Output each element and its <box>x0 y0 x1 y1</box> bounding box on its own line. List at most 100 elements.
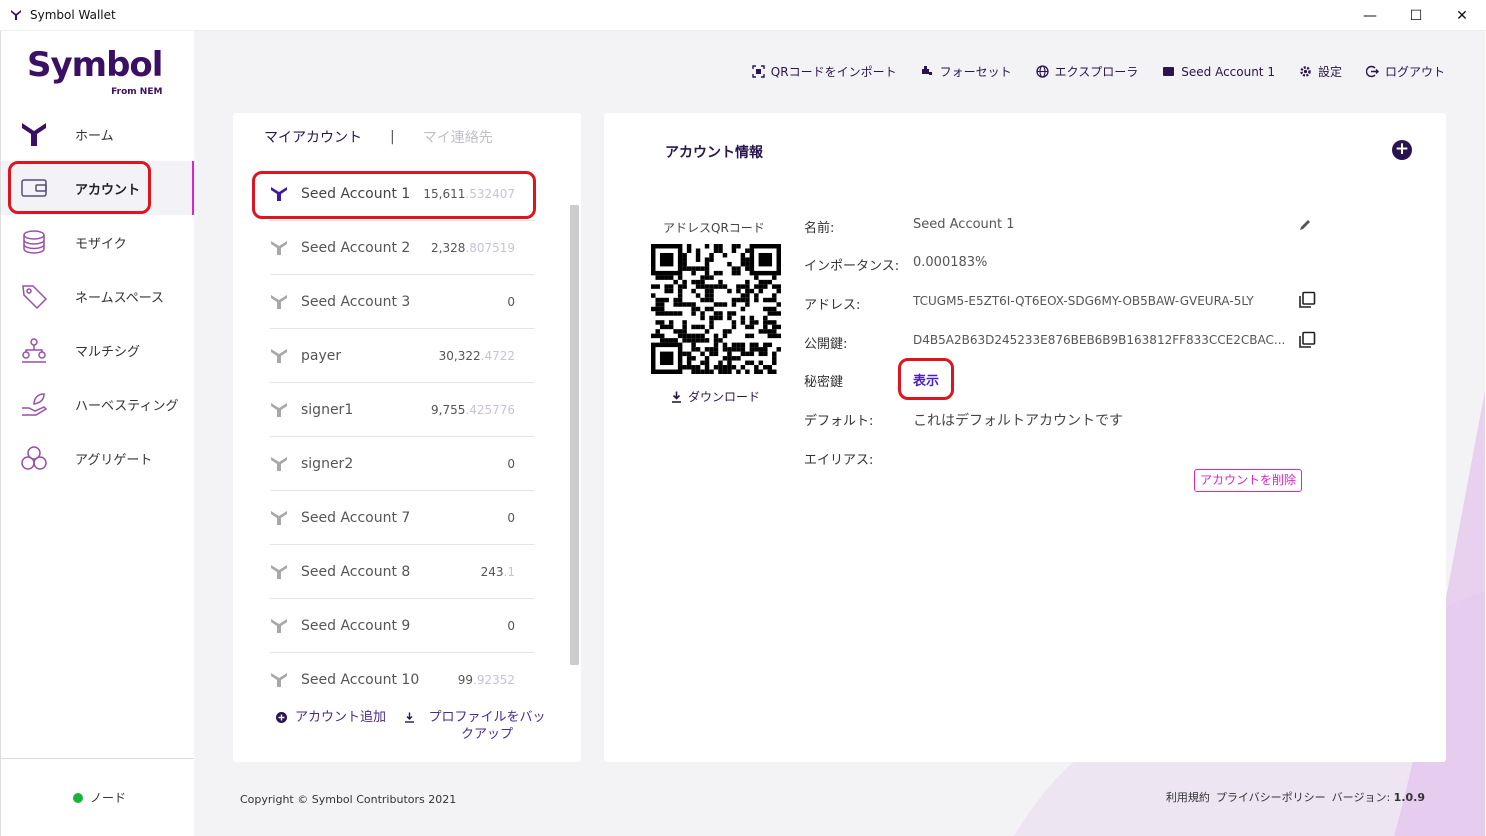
window-title: Symbol Wallet <box>30 8 116 22</box>
footer-links: 利用規約 プライバシーポリシー バージョン: 1.0.9 <box>1166 789 1425 805</box>
field-alias-key: エイリアス: <box>804 453 874 468</box>
pencil-icon[interactable] <box>1298 218 1312 232</box>
balance-integer: 9,755 <box>431 402 466 417</box>
account-list-item[interactable]: Seed Account 9 0 <box>270 599 534 653</box>
backup-profile-button[interactable]: プロファイルをバックアップ <box>404 709 564 743</box>
account-list-item[interactable]: payer 30,322.4722 <box>270 329 534 383</box>
field-importance-key: インポータンス: <box>804 259 900 274</box>
sidebar-item-mosaic[interactable]: モザイク <box>1 215 195 269</box>
sidebar-item-home[interactable]: ホーム <box>1 107 195 161</box>
gear-icon <box>1300 66 1311 77</box>
sidebar-item-aggregate[interactable]: アグリゲート <box>1 431 195 485</box>
balance-integer: 243 <box>480 564 504 579</box>
import-qr-link[interactable]: QRコードをインポート <box>752 63 897 80</box>
field-name-value: Seed Account 1 <box>913 217 1015 232</box>
account-list-item[interactable]: signer1 9,755.425776 <box>270 383 534 437</box>
symbol-logo-icon <box>271 295 287 309</box>
maximize-button[interactable]: ☐ <box>1393 0 1439 31</box>
balance-decimal: .425776 <box>465 402 515 417</box>
symbol-logo-icon <box>271 457 287 471</box>
account-list-item[interactable]: Seed Account 3 0 <box>270 275 534 329</box>
import-qr-label: QRコードをインポート <box>770 65 897 79</box>
reveal-private-key-button[interactable]: 表示 <box>913 370 939 389</box>
accounts-tabs: マイアカウント | マイ連絡先 <box>264 127 493 147</box>
privacy-link[interactable]: プライバシーポリシー <box>1216 789 1326 805</box>
symbol-logo-icon <box>271 241 287 255</box>
account-list-item[interactable]: Seed Account 10 99.92352 <box>270 653 534 688</box>
symbol-logo-icon <box>271 673 287 687</box>
account-name: Seed Account 1 <box>301 185 411 202</box>
balance-integer: 15,611 <box>423 186 466 201</box>
wallet-icon <box>1163 67 1175 76</box>
balance-integer: 2,328 <box>431 240 466 255</box>
sidebar-item-label: ホーム <box>75 128 114 144</box>
account-info-heading: アカウント情報 <box>665 145 763 161</box>
field-name-key: 名前: <box>804 221 835 236</box>
tab-my-accounts[interactable]: マイアカウント <box>264 127 362 147</box>
sidebar: Symbol From NEM ホーム アカウント モザイク ネームスペース マ… <box>0 31 195 836</box>
symbol-logo-icon <box>271 349 287 363</box>
current-account-link[interactable]: Seed Account 1 <box>1162 65 1275 79</box>
sidebar-item-label: マルチシグ <box>75 344 141 360</box>
balance-integer: 30,322 <box>438 348 481 363</box>
balance-integer: 0 <box>507 510 515 525</box>
add-circle-icon <box>276 712 287 723</box>
symbol-logo-icon <box>271 511 287 525</box>
account-balance: 243.1 <box>481 565 515 579</box>
account-list-item[interactable]: Seed Account 2 2,328.807519 <box>270 221 534 275</box>
accounts-panel: マイアカウント | マイ連絡先 Seed Account 1 15,611.532… <box>233 113 581 762</box>
symbol-logo-icon <box>11 10 21 20</box>
account-list-item[interactable]: Seed Account 7 0 <box>270 491 534 545</box>
sidebar-item-harvesting[interactable]: ハーベスティング <box>1 377 195 431</box>
account-name: Seed Account 3 <box>301 293 411 310</box>
node-status[interactable]: ノード <box>1 758 195 836</box>
add-account-button[interactable]: アカウント追加 <box>276 709 386 726</box>
sidebar-item-label: アカウント <box>75 182 141 198</box>
explorer-link[interactable]: エクスプローラ <box>1035 63 1139 80</box>
add-button[interactable]: + <box>1392 140 1412 160</box>
account-list-item[interactable]: Seed Account 8 243.1 <box>270 545 534 599</box>
account-name: payer <box>301 347 342 364</box>
account-detail-panel: アカウント情報 + アドレスQRコード ダウンロード 名前: Seed Acco… <box>604 113 1446 762</box>
copy-address-icon[interactable] <box>1298 291 1316 309</box>
sidebar-item-label: アグリゲート <box>75 452 153 468</box>
sidebar-item-namespace[interactable]: ネームスペース <box>1 269 195 323</box>
copy-public-key-icon[interactable] <box>1298 331 1316 349</box>
field-public-key-key: 公開鍵: <box>804 337 848 352</box>
field-default-value: これはデフォルトアカウントです <box>913 413 1123 429</box>
account-list-scrollbar[interactable] <box>570 205 579 665</box>
terms-link[interactable]: 利用規約 <box>1166 789 1210 805</box>
close-button[interactable]: ✕ <box>1439 0 1485 31</box>
explorer-label: エクスプローラ <box>1054 65 1139 79</box>
node-label: ノード <box>90 791 127 805</box>
symbol-logo-icon <box>271 403 287 417</box>
qr-download-button[interactable]: ダウンロード <box>671 388 760 405</box>
sidebar-item-account[interactable]: アカウント <box>1 161 195 215</box>
field-public-key-value[interactable]: D4B5A2B63D245233E876BEB6B9B163812FF833CC… <box>913 333 1285 347</box>
account-list-item[interactable]: Seed Account 1 15,611.532407 <box>270 167 534 221</box>
sidebar-item-label: モザイク <box>75 236 127 252</box>
tab-my-contacts[interactable]: マイ連絡先 <box>423 127 493 147</box>
account-list-item[interactable]: signer2 0 <box>270 437 534 491</box>
address-qr-code <box>651 244 781 374</box>
aggregate-icon <box>19 443 49 473</box>
tab-separator: | <box>390 129 395 145</box>
faucet-link[interactable]: フォーセット <box>921 63 1012 80</box>
balance-integer: 99 <box>457 672 473 687</box>
field-address-value[interactable]: TCUGM5-E5ZT6I-QT6EOX-SDG6MY-OB5BAW-GVEUR… <box>913 294 1254 308</box>
minimize-button[interactable]: — <box>1347 0 1393 31</box>
account-balance: 0 <box>507 511 515 525</box>
brand-wordmark: Symbol <box>27 45 163 85</box>
wallet-icon <box>19 173 49 203</box>
globe-icon <box>1035 65 1049 78</box>
balance-decimal: .4722 <box>480 348 515 363</box>
version-value: 1.0.9 <box>1393 791 1425 804</box>
account-name: signer2 <box>301 455 354 472</box>
logout-link[interactable]: ログアウト <box>1365 63 1445 80</box>
faucet-icon <box>921 66 932 75</box>
delete-account-button[interactable]: アカウントを削除 <box>1194 469 1303 492</box>
account-balance: 0 <box>507 295 515 309</box>
sidebar-item-multisig[interactable]: マルチシグ <box>1 323 195 377</box>
settings-link[interactable]: 設定 <box>1299 63 1342 80</box>
brand-logo[interactable]: Symbol From NEM <box>27 45 163 97</box>
